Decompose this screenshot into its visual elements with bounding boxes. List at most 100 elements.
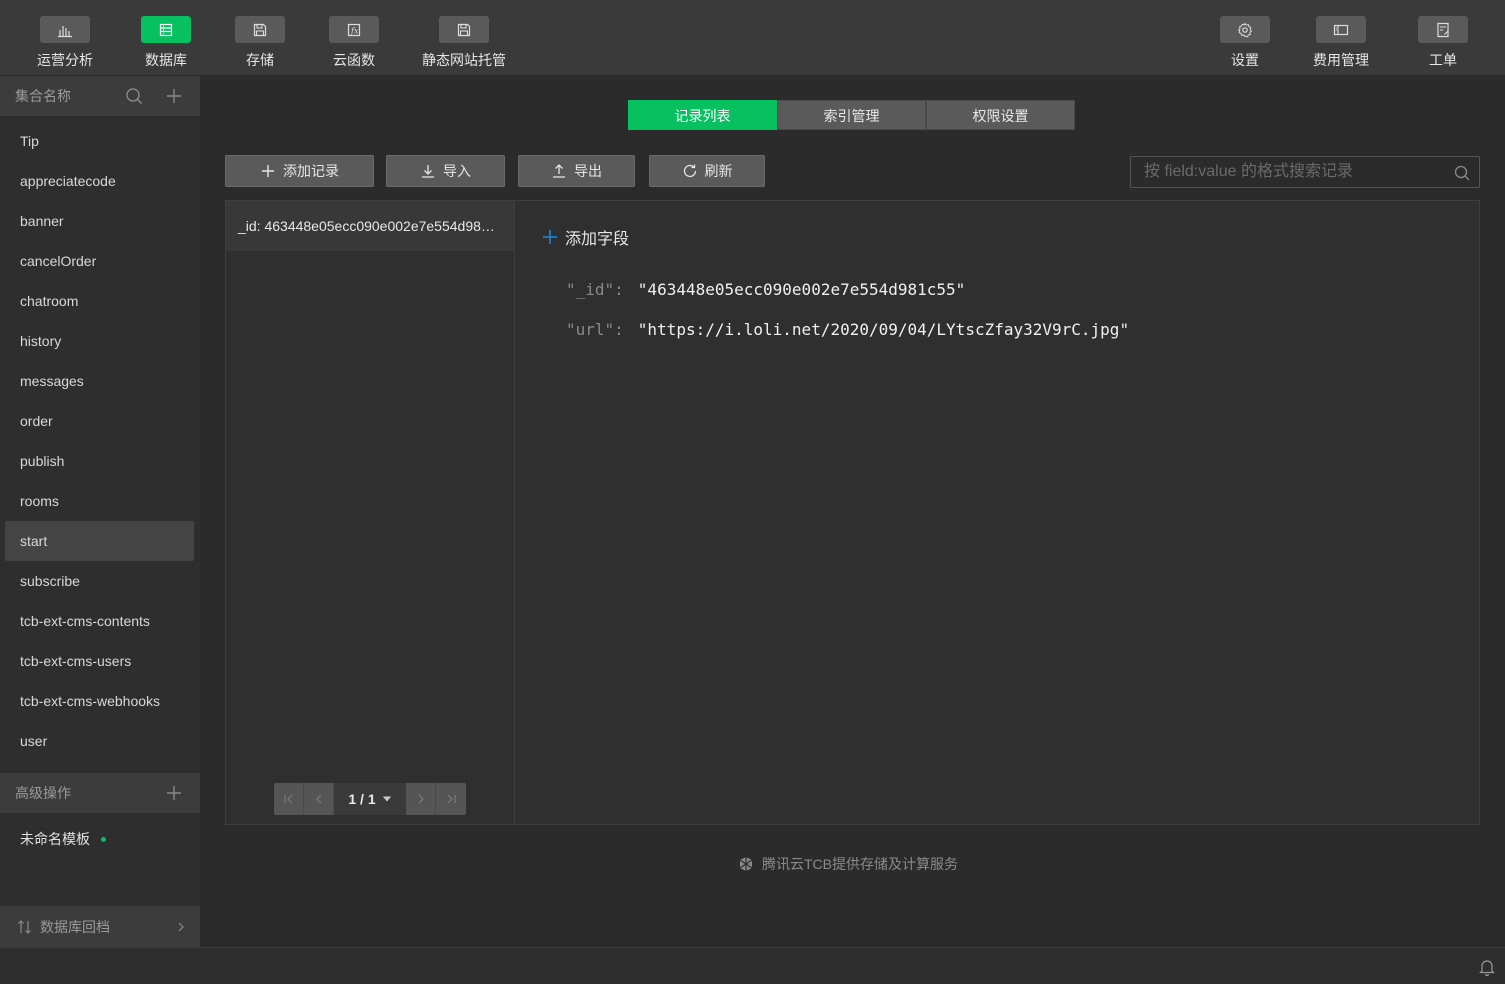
footer-text: 腾讯云TCB提供存储及计算服务	[762, 856, 958, 872]
advanced-header: 高级操作	[0, 773, 200, 813]
field-row[interactable]: "url": "https://i.loli.net/2020/09/04/LYt…	[566, 320, 1129, 339]
toolbar-label: 设置	[1231, 52, 1259, 68]
ticket-icon	[1418, 16, 1468, 43]
tab-index-management[interactable]: 索引管理	[777, 100, 926, 130]
chevron-right-icon	[178, 922, 184, 932]
page-indicator: 1 / 1	[348, 791, 376, 807]
toolbar-cloud-function-button[interactable]: fx 云函数	[329, 16, 379, 70]
bell-icon[interactable]	[1479, 958, 1495, 976]
toolbar-ticket-button[interactable]: 工单	[1418, 16, 1468, 70]
sort-icon	[18, 919, 31, 934]
hosting-icon	[439, 16, 489, 43]
toolbar-label: 云函数	[333, 52, 375, 68]
status-dot	[101, 836, 106, 842]
chevron-left-icon	[315, 794, 321, 804]
collection-item-start[interactable]: start	[5, 521, 194, 561]
export-label: 导出	[574, 163, 602, 179]
add-field-button[interactable]: 添加字段	[542, 225, 629, 249]
collection-item-subscribe[interactable]: subscribe	[5, 561, 194, 601]
import-label: 导入	[443, 163, 471, 179]
database-icon	[141, 16, 191, 43]
database-rollback-button[interactable]: 数据库回档	[0, 906, 200, 947]
field-value: "https://i.loli.net/2020/09/04/LYtscZfay…	[637, 320, 1130, 339]
upload-icon	[553, 164, 565, 178]
template-label: 未命名模板	[20, 831, 90, 847]
caret-down-icon	[382, 796, 391, 802]
add-template-icon[interactable]	[164, 783, 184, 803]
toolbar-analytics-button[interactable]: 运营分析	[37, 16, 93, 70]
advanced-header-label: 高级操作	[15, 785, 71, 801]
collection-item-banner[interactable]: banner	[5, 201, 194, 241]
collection-item-user[interactable]: user	[5, 721, 194, 761]
page-select[interactable]: 1 / 1	[334, 783, 406, 815]
collection-item-tcb-ext-cms-users[interactable]: tcb-ext-cms-users	[5, 641, 194, 681]
search-input[interactable]	[1131, 157, 1441, 187]
collection-item-tcb-ext-cms-webhooks[interactable]: tcb-ext-cms-webhooks	[5, 681, 194, 721]
collection-item-Tip[interactable]: Tip	[5, 121, 194, 161]
billing-icon	[1316, 16, 1366, 43]
record-detail: 添加字段 "_id": "463448e05ecc090e002e7e554d98…	[516, 201, 1479, 824]
gear-icon	[1220, 16, 1270, 43]
refresh-label: 刷新	[704, 163, 733, 179]
refresh-icon	[683, 164, 696, 178]
record-search	[1130, 156, 1480, 188]
bar-chart-icon	[40, 16, 90, 43]
toolbar-label: 运营分析	[37, 52, 93, 68]
tab-permission-settings[interactable]: 权限设置	[926, 100, 1075, 130]
collection-header-label: 集合名称	[15, 88, 71, 104]
toolbar-database-button[interactable]: 数据库	[141, 16, 191, 70]
toolbar-settings-button[interactable]: 设置	[1220, 16, 1270, 70]
add-field-label: 添加字段	[565, 231, 630, 248]
tab-record-list[interactable]: 记录列表	[628, 100, 777, 130]
first-page-button[interactable]	[274, 783, 304, 815]
collection-item-history[interactable]: history	[5, 321, 194, 361]
search-icon[interactable]	[1453, 164, 1471, 182]
plus-icon	[543, 230, 557, 244]
field-key: "url":	[566, 320, 624, 339]
record-list: _id: 463448e05ecc090e002e7e554d981c55 1 …	[226, 201, 515, 824]
function-icon: fx	[329, 16, 379, 43]
search-icon[interactable]	[124, 86, 144, 106]
toolbar-hosting-button[interactable]: 静态网站托管	[422, 16, 506, 70]
collection-item-tcb-ext-cms-contents[interactable]: tcb-ext-cms-contents	[5, 601, 194, 641]
export-button[interactable]: 导出	[518, 155, 635, 187]
record-item[interactable]: _id: 463448e05ecc090e002e7e554d981c55	[226, 201, 514, 251]
refresh-button[interactable]: 刷新	[649, 155, 765, 187]
toolbar-label: 工单	[1429, 52, 1457, 68]
collection-item-publish[interactable]: publish	[5, 441, 194, 481]
toolbar-storage-button[interactable]: 存储	[235, 16, 285, 70]
add-record-button[interactable]: 添加记录	[225, 155, 374, 187]
template-item[interactable]: 未命名模板	[20, 829, 106, 849]
toolbar-label: 静态网站托管	[422, 52, 506, 68]
next-page-button[interactable]	[406, 783, 436, 815]
prev-page-button[interactable]	[304, 783, 334, 815]
view-tabs: 记录列表 索引管理 权限设置	[628, 100, 1075, 130]
last-page-button[interactable]	[436, 783, 466, 815]
collection-header: 集合名称	[0, 76, 200, 116]
collection-item-appreciatecode[interactable]: appreciatecode	[5, 161, 194, 201]
plus-icon	[262, 165, 274, 177]
collection-sidebar: 集合名称 Tip appreciatecode banner cancelOrder c…	[0, 76, 200, 947]
last-page-icon	[447, 794, 456, 804]
status-bar	[0, 947, 1505, 984]
download-icon	[422, 165, 434, 178]
add-collection-icon[interactable]	[164, 86, 184, 106]
field-key: "_id":	[566, 280, 624, 299]
svg-text:fx: fx	[350, 26, 359, 35]
toolbar-billing-button[interactable]: 费用管理	[1313, 16, 1369, 70]
toolbar-label: 存储	[246, 52, 274, 68]
collection-item-order[interactable]: order	[5, 401, 194, 441]
field-row[interactable]: "_id": "463448e05ecc090e002e7e554d981c55"	[566, 280, 965, 299]
first-page-icon	[283, 794, 292, 804]
toolbar-label: 费用管理	[1313, 52, 1369, 68]
collection-item-chatroom[interactable]: chatroom	[5, 281, 194, 321]
collection-item-messages[interactable]: messages	[5, 361, 194, 401]
pagination: 1 / 1	[274, 783, 466, 815]
footer: 腾讯云TCB提供存储及计算服务	[736, 854, 958, 874]
tencent-cloud-logo-icon	[739, 857, 753, 871]
import-button[interactable]: 导入	[386, 155, 505, 187]
top-toolbar: 运营分析 数据库 存储 fx 云函数 静态网站托管 设置 费用管理 工单	[0, 0, 1505, 76]
collection-item-rooms[interactable]: rooms	[5, 481, 194, 521]
collection-item-cancelOrder[interactable]: cancelOrder	[5, 241, 194, 281]
chevron-right-icon	[418, 794, 424, 804]
